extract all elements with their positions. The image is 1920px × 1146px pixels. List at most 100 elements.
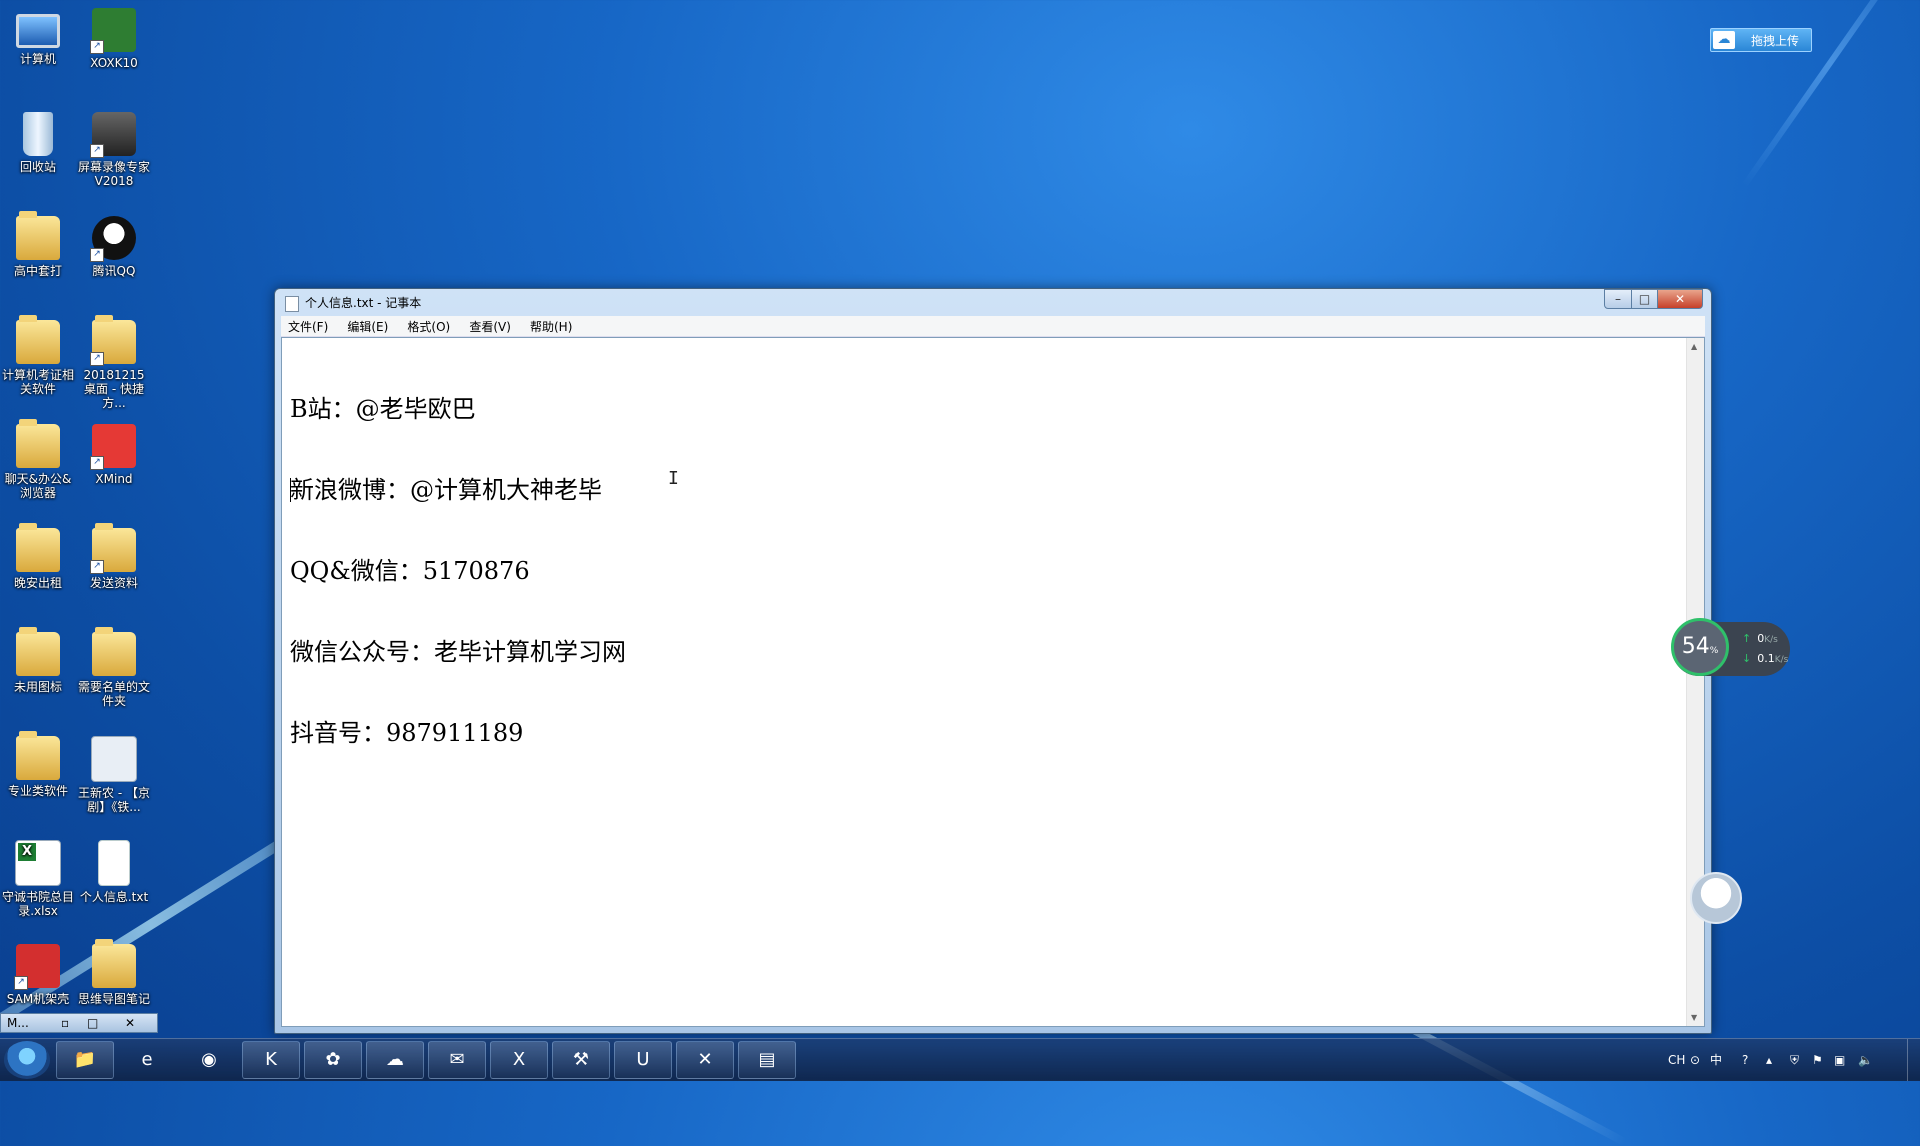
game-icon[interactable]: ✿ [304, 1041, 362, 1079]
chrome-icon[interactable]: ◉ [180, 1041, 238, 1079]
start-button[interactable] [4, 1041, 50, 1079]
desktop-icon-sam[interactable]: ↗ SAM机架壳 [0, 944, 76, 1006]
desktop-icon-label: XMind [95, 472, 133, 486]
download-speed: ↓ 0.1K/s [1742, 652, 1788, 665]
mini-close-button[interactable]: ✕ [125, 1014, 135, 1032]
speed-unit: K/s [1774, 655, 1789, 665]
desktop-icon-label: 腾讯QQ [92, 264, 136, 278]
folder-icon [16, 315, 60, 364]
mini-restore-button[interactable]: ▫ [61, 1014, 69, 1032]
desktop-icon-label: 思维导图笔记 [77, 992, 150, 1006]
desktop-icon-folder[interactable]: 晚安出租 [0, 523, 76, 590]
minimized-window-bar[interactable]: M... ▫ □ ✕ [0, 1013, 158, 1033]
desktop-icon-qq[interactable]: ↗ 腾讯QQ [76, 216, 152, 278]
editor-content[interactable]: B站：@老毕欧巴 新浪微博：@计算机大神老毕 QQ&微信：5170876 微信公… [290, 342, 626, 801]
menu-file[interactable]: 文件(F) [281, 317, 335, 337]
ime-mode[interactable]: 中 [1710, 1039, 1722, 1081]
text-line: 新浪微博：@计算机大神老毕 [290, 476, 602, 504]
desktop-icon-folder[interactable]: 思维导图笔记 [76, 939, 152, 1006]
flag-icon[interactable]: ⚑ [1812, 1039, 1823, 1081]
memory-percent: 54 [1681, 634, 1710, 659]
desktop-icon-folder[interactable]: 需要名单的文件夹 [76, 627, 152, 708]
shortcut-arrow-icon: ↗ [90, 456, 104, 470]
text-line: 抖音号：987911189 [290, 719, 524, 747]
excel-icon [15, 840, 61, 886]
mini-max-button[interactable]: □ [87, 1014, 98, 1032]
show-desktop-button[interactable] [1907, 1039, 1920, 1081]
wechat-icon[interactable]: ✉ [428, 1041, 486, 1079]
ie-icon[interactable]: e [118, 1041, 176, 1079]
window-titlebar[interactable]: 个人信息.txt - 记事本 – □ ✕ [275, 289, 1711, 315]
network-monitor[interactable]: 54% ↑ 0K/s ↓ 0.1K/s [1671, 618, 1790, 676]
qq-icon: ↗ [90, 216, 136, 262]
ime-icon[interactable]: ⊙ [1690, 1039, 1700, 1081]
desktop-icon-label: 计算机考证相关软件 [1, 368, 74, 396]
percent-unit: % [1709, 646, 1719, 656]
desktop-icon-folder-shortcut[interactable]: ↗ 20181215 桌面 - 快捷方... [76, 315, 152, 410]
notepad-icon[interactable]: ▤ [738, 1041, 796, 1079]
desktop-icon-excel[interactable]: 守诚书院总目录.xlsx [0, 840, 76, 918]
menu-edit[interactable]: 编辑(E) [340, 317, 395, 337]
u-icon[interactable]: U [614, 1041, 672, 1079]
desktop-icon-folder[interactable]: 聊天&办公&浏览器 [0, 419, 76, 500]
desktop-icon-mp3[interactable]: 王新农 - 【京剧】《铁... [76, 736, 152, 814]
desktop-icon-text-file[interactable]: 个人信息.txt [76, 840, 152, 904]
shield-icon[interactable]: ⛨ [1790, 1039, 1799, 1081]
recycle-bin-icon [23, 112, 53, 156]
xmind-icon: ↗ [90, 424, 136, 470]
window-title: 个人信息.txt - 记事本 [305, 296, 422, 310]
desktop-icon-computer[interactable]: 计算机 [0, 8, 76, 66]
folder-icon [92, 939, 136, 988]
desktop-icon-recycle-bin[interactable]: 回收站 [0, 112, 76, 174]
desktop-icon-folder-shortcut[interactable]: ↗ 发送资料 [76, 523, 152, 590]
volume-icon[interactable]: 🔈 [1858, 1039, 1873, 1081]
tools-icon[interactable]: ⚒ [552, 1041, 610, 1079]
network-icon[interactable]: ▣ [1834, 1039, 1845, 1081]
folder-icon [16, 211, 60, 260]
menu-format[interactable]: 格式(O) [400, 317, 457, 337]
arrow-down-icon: ↓ [1742, 652, 1752, 665]
download-value: 0.1 [1757, 652, 1775, 665]
shortcut-arrow-icon: ↗ [90, 40, 104, 54]
desktop-icon-label: 发送资料 [89, 576, 138, 590]
minimize-button[interactable]: – [1604, 289, 1632, 309]
tray-expand-icon[interactable]: ▴ [1766, 1039, 1772, 1081]
help-icon[interactable]: ? [1742, 1039, 1748, 1081]
folder-icon [92, 627, 136, 676]
maximize-button[interactable]: □ [1631, 289, 1658, 309]
desktop-icon-folder[interactable]: 计算机考证相关软件 [0, 315, 76, 396]
memory-gauge: 54% [1671, 618, 1729, 676]
camera-icon: ↗ [90, 112, 136, 158]
desktop-icon-folder[interactable]: 高中套打 [0, 211, 76, 278]
menu-view[interactable]: 查看(V) [462, 317, 518, 337]
xmind-icon[interactable]: ✕ [676, 1041, 734, 1079]
excel-icon[interactable]: X [490, 1041, 548, 1079]
text-editor[interactable]: B站：@老毕欧巴 新浪微博：@计算机大神老毕 QQ&微信：5170876 微信公… [281, 337, 1705, 1027]
language-indicator[interactable]: CH [1668, 1039, 1685, 1081]
close-button[interactable]: ✕ [1657, 289, 1703, 309]
vertical-scrollbar[interactable]: ▲ ▼ [1686, 338, 1704, 1026]
baidu-cloud-icon[interactable]: ☁ [366, 1041, 424, 1079]
kugou-icon[interactable]: K [242, 1041, 300, 1079]
desktop-icon-xmind[interactable]: ↗ XMind [76, 424, 152, 486]
desktop-icon-screen-recorder[interactable]: ↗ 屏幕录像专家 V2018 [76, 112, 152, 188]
desktop-icon-label: 20181215 桌面 - 快捷方... [83, 368, 145, 410]
desktop-icon-label: 守诚书院总目录.xlsx [1, 890, 74, 918]
speed-unit: K/s [1764, 635, 1778, 645]
assistant-bubble-icon[interactable] [1690, 872, 1742, 924]
desktop-icon-label: 王新农 - 【京剧】《铁... [78, 786, 150, 814]
explorer-icon[interactable]: 📁 [56, 1041, 114, 1079]
text-line: 微信公众号：老毕计算机学习网 [290, 638, 626, 666]
desktop-icon-folder[interactable]: 未用图标 [0, 627, 76, 694]
notepad-window: 个人信息.txt - 记事本 – □ ✕ 文件(F) 编辑(E) 格式(O) 查… [274, 288, 1712, 1034]
desktop-icon-folder[interactable]: 专业类软件 [0, 731, 76, 798]
drag-upload-button[interactable]: ☁ 拖拽上传 [1710, 28, 1812, 52]
menu-help[interactable]: 帮助(H) [523, 317, 579, 337]
notepad-icon [285, 296, 299, 312]
scroll-up-icon[interactable]: ▲ [1691, 342, 1697, 351]
system-tray: CH ⊙ 中 ? ▴ ⛨ ⚑ ▣ 🔈 [1660, 1039, 1920, 1081]
desktop-icon-xoxk10[interactable]: ↗ XOXK10 [76, 8, 152, 70]
mini-window-label: M... [7, 1016, 29, 1030]
folder-icon [16, 419, 60, 468]
scroll-down-icon[interactable]: ▼ [1691, 1013, 1697, 1022]
